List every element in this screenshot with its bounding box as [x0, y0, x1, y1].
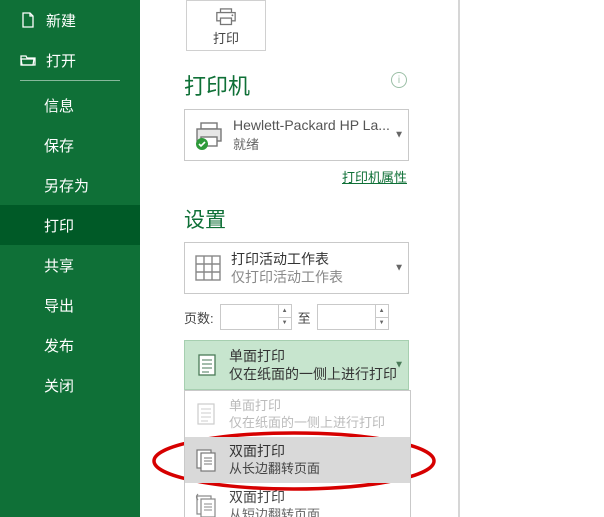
- pages-label: 页数:: [184, 308, 214, 327]
- sidebar-item-print[interactable]: 打印: [0, 205, 140, 245]
- option-title: 双面打印: [229, 443, 320, 460]
- sidebar-label-share: 共享: [44, 255, 74, 276]
- sidebar-label-print: 打印: [44, 215, 74, 236]
- printer-status: 就绪: [233, 136, 390, 153]
- chevron-down-icon: ▼: [394, 360, 404, 371]
- worksheet-icon: [193, 253, 223, 283]
- main-panel: 打印 打印机 i Hewlett-Packard HP La... 就绪 ▼ 打…: [140, 0, 604, 517]
- pages-to-label: 至: [298, 308, 311, 327]
- sidebar-label-publish: 发布: [44, 335, 74, 356]
- print-what-title: 打印活动工作表: [231, 250, 343, 268]
- backstage-sidebar: 新建 打开 信息 保存 另存为 打印 共享 导出 发布 关闭: [0, 0, 140, 517]
- printer-properties-link[interactable]: 打印机属性: [184, 167, 407, 186]
- option-sub: 仅在纸面的一侧上进行打印: [229, 414, 385, 431]
- sidebar-label-export: 导出: [44, 295, 74, 316]
- option-title: 单面打印: [229, 397, 385, 414]
- spin-up-icon[interactable]: ▲: [279, 305, 291, 318]
- printer-ready-icon: [193, 119, 225, 151]
- info-icon[interactable]: i: [391, 72, 407, 88]
- print-tile-label: 打印: [213, 28, 239, 47]
- app-root: 新建 打开 信息 保存 另存为 打印 共享 导出 发布 关闭 打印 打印: [0, 0, 604, 517]
- spin-down-icon[interactable]: ▼: [279, 318, 291, 330]
- single-side-icon: [193, 401, 219, 427]
- sidebar-label-close: 关闭: [44, 375, 74, 396]
- section-heading-settings: 设置: [184, 204, 436, 234]
- chevron-down-icon: ▼: [394, 130, 404, 141]
- duplex-option-long-edge[interactable]: 双面打印 从长边翻转页面: [185, 437, 410, 483]
- pages-from-input[interactable]: ▲▼: [220, 304, 292, 330]
- sidebar-label-open: 打开: [46, 50, 76, 71]
- folder-open-icon: [20, 52, 36, 68]
- spin-down-icon[interactable]: ▼: [376, 318, 388, 330]
- single-side-icon: [193, 351, 221, 379]
- print-panel: 打印 打印机 i Hewlett-Packard HP La... 就绪 ▼ 打…: [140, 0, 458, 517]
- option-sub: 从短边翻转页面: [229, 506, 320, 517]
- pages-to-input[interactable]: ▲▼: [317, 304, 389, 330]
- duplex-short-edge-icon: [193, 493, 219, 517]
- sidebar-item-publish[interactable]: 发布: [0, 325, 140, 365]
- sidebar-item-new[interactable]: 新建: [0, 0, 140, 40]
- preview-gutter: [458, 0, 604, 517]
- sidebar-item-close[interactable]: 关闭: [0, 365, 140, 405]
- sidebar-label-new: 新建: [46, 10, 76, 31]
- sidebar-item-save[interactable]: 保存: [0, 125, 140, 165]
- printer-name: Hewlett-Packard HP La...: [233, 117, 390, 134]
- duplex-selected-title: 单面打印: [229, 347, 397, 365]
- spinner[interactable]: ▲▼: [375, 305, 388, 329]
- option-title: 双面打印: [229, 489, 320, 506]
- sidebar-label-save: 保存: [44, 135, 74, 156]
- duplex-options-dropdown: 单面打印 仅在纸面的一侧上进行打印 双面打印 从长边翻转页面: [184, 390, 411, 517]
- print-button-tile[interactable]: 打印: [186, 0, 266, 51]
- print-what-sub: 仅打印活动工作表: [231, 268, 343, 286]
- sidebar-item-info[interactable]: 信息: [0, 85, 140, 125]
- sidebar-label-info: 信息: [44, 95, 74, 116]
- section-heading-printer: 打印机: [184, 69, 391, 101]
- file-new-icon: [20, 12, 36, 28]
- chevron-down-icon: ▼: [394, 263, 404, 274]
- printer-icon: [215, 8, 237, 26]
- duplex-option-short-edge[interactable]: 双面打印 从短边翻转页面: [185, 483, 410, 517]
- spinner[interactable]: ▲▼: [278, 305, 291, 329]
- duplex-selected-sub: 仅在纸面的一侧上进行打印: [229, 365, 397, 383]
- duplex-selector[interactable]: 单面打印 仅在纸面的一侧上进行打印 ▼: [184, 340, 409, 390]
- page-range-row: 页数: ▲▼ 至 ▲▼: [184, 304, 436, 330]
- duplex-option-single[interactable]: 单面打印 仅在纸面的一侧上进行打印: [185, 391, 410, 437]
- duplex-long-edge-icon: [193, 447, 219, 473]
- sidebar-separator: [20, 80, 120, 81]
- spin-up-icon[interactable]: ▲: [376, 305, 388, 318]
- sidebar-item-open[interactable]: 打开: [0, 40, 140, 80]
- sidebar-item-export[interactable]: 导出: [0, 285, 140, 325]
- sidebar-item-saveas[interactable]: 另存为: [0, 165, 140, 205]
- printer-selector[interactable]: Hewlett-Packard HP La... 就绪 ▼: [184, 109, 409, 161]
- print-what-selector[interactable]: 打印活动工作表 仅打印活动工作表 ▼: [184, 242, 409, 294]
- sidebar-item-share[interactable]: 共享: [0, 245, 140, 285]
- option-sub: 从长边翻转页面: [229, 460, 320, 477]
- sidebar-label-saveas: 另存为: [44, 175, 89, 196]
